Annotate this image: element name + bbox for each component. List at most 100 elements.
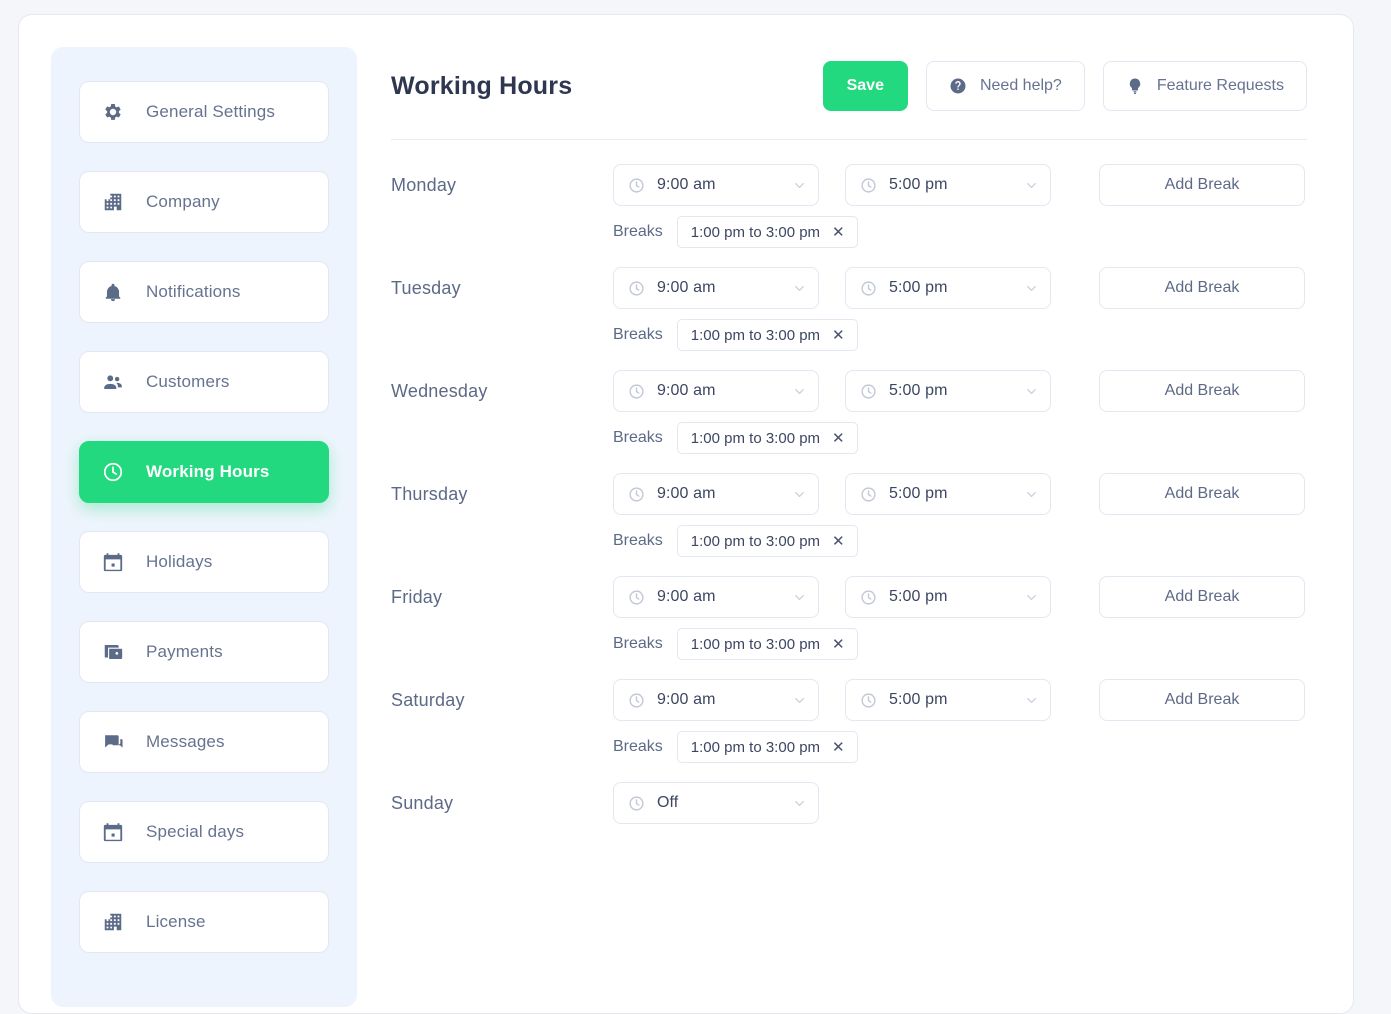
clock-icon — [628, 280, 645, 297]
clock-icon — [628, 795, 645, 812]
end-time-value: 5:00 pm — [889, 691, 948, 708]
add-break-button-tuesday[interactable]: Add Break — [1099, 267, 1305, 309]
day-row-sunday: Sunday Off — [391, 776, 1307, 864]
breaks-label: Breaks — [613, 532, 663, 549]
clock-icon — [860, 692, 877, 709]
start-time-value: 9:00 am — [657, 176, 716, 193]
lightbulb-icon — [1126, 77, 1144, 95]
feature-requests-label: Feature Requests — [1156, 77, 1284, 94]
day-line: Sunday Off — [391, 776, 1307, 830]
break-chip-label: 1:00 pm to 3:00 pm — [690, 738, 821, 756]
add-break-button-friday[interactable]: Add Break — [1099, 576, 1305, 618]
add-break-button-thursday[interactable]: Add Break — [1099, 473, 1305, 515]
sidebar-item-license[interactable]: License — [79, 891, 329, 953]
start-time-select-friday[interactable]: 9:00 am — [613, 576, 819, 618]
sidebar-item-label: Customers — [146, 372, 230, 391]
clock-icon — [628, 692, 645, 709]
day-label-tuesday: Tuesday — [391, 277, 461, 298]
sidebar-item-label: Payments — [146, 642, 223, 661]
remove-break-icon[interactable]: ✕ — [832, 431, 845, 446]
start-time-select-thursday[interactable]: 9:00 am — [613, 473, 819, 515]
sidebar-item-label: Messages — [146, 732, 225, 751]
sidebar-item-payments[interactable]: Payments — [79, 621, 329, 683]
remove-break-icon[interactable]: ✕ — [832, 534, 845, 549]
remove-break-icon[interactable]: ✕ — [832, 328, 845, 343]
sidebar-item-label: General Settings — [146, 102, 276, 121]
day-line: Thursday 9:00 am 5:00 pm Add Break — [391, 467, 1307, 521]
sidebar-item-holidays[interactable]: Holidays — [79, 531, 329, 593]
day-line: Friday 9:00 am 5:00 pm Add Break — [391, 570, 1307, 624]
end-time-value: 5:00 pm — [889, 176, 948, 193]
day-row-saturday: Saturday 9:00 am 5:00 pm Add Break Breaks 1:0… — [391, 673, 1307, 767]
breaks-label: Breaks — [613, 738, 663, 755]
sidebar-item-working-hours[interactable]: Working Hours — [79, 441, 329, 503]
remove-break-icon[interactable]: ✕ — [832, 637, 845, 652]
start-time-select-monday[interactable]: 9:00 am — [613, 164, 819, 206]
feature-requests-button[interactable]: Feature Requests — [1102, 61, 1307, 111]
sidebar-item-notifications[interactable]: Notifications — [79, 261, 329, 323]
clock-icon — [628, 177, 645, 194]
bell-icon — [102, 281, 124, 303]
day-label-sunday: Sunday — [391, 792, 454, 813]
breaks-label: Breaks — [613, 223, 663, 240]
remove-break-icon[interactable]: ✕ — [832, 225, 845, 240]
chat-icon — [102, 731, 124, 753]
chevron-down-icon — [1025, 385, 1038, 398]
chevron-down-icon — [1025, 282, 1038, 295]
building-icon — [102, 911, 124, 933]
end-time-select-monday[interactable]: 5:00 pm — [845, 164, 1051, 206]
breaks-label: Breaks — [613, 429, 663, 446]
sidebar-item-label: Company — [146, 192, 220, 211]
day-line: Wednesday 9:00 am 5:00 pm Add Break — [391, 364, 1307, 418]
working-hours-list: Monday 9:00 am 5:00 pm Add Break Breaks 1:00 … — [391, 140, 1307, 864]
app-card: General Settings Company Notifications Cust… — [18, 14, 1354, 1014]
breaks-line-tuesday: Breaks 1:00 pm to 3:00 pm ✕ — [391, 315, 1307, 355]
add-break-button-saturday[interactable]: Add Break — [1099, 679, 1305, 721]
day-label-saturday: Saturday — [391, 689, 465, 710]
sidebar-item-messages[interactable]: Messages — [79, 711, 329, 773]
sidebar-item-label: Notifications — [146, 282, 241, 301]
sidebar-item-company[interactable]: Company — [79, 171, 329, 233]
end-time-select-saturday[interactable]: 5:00 pm — [845, 679, 1051, 721]
clock-icon — [860, 589, 877, 606]
sidebar-item-label: Holidays — [146, 552, 213, 571]
breaks-line-wednesday: Breaks 1:00 pm to 3:00 pm ✕ — [391, 418, 1307, 458]
chevron-down-icon — [793, 591, 806, 604]
start-time-value: Off — [657, 794, 679, 811]
end-time-select-tuesday[interactable]: 5:00 pm — [845, 267, 1051, 309]
breaks-line-thursday: Breaks 1:00 pm to 3:00 pm ✕ — [391, 521, 1307, 561]
day-label-wednesday: Wednesday — [391, 380, 488, 401]
add-break-button-wednesday[interactable]: Add Break — [1099, 370, 1305, 412]
clock-icon — [860, 177, 877, 194]
day-line: Monday 9:00 am 5:00 pm Add Break — [391, 158, 1307, 212]
start-time-value: 9:00 am — [657, 588, 716, 605]
break-chip-label: 1:00 pm to 3:00 pm — [690, 326, 821, 344]
sidebar-item-special-days[interactable]: Special days — [79, 801, 329, 863]
sidebar-item-general-settings[interactable]: General Settings — [79, 81, 329, 143]
day-row-tuesday: Tuesday 9:00 am 5:00 pm Add Break Breaks 1:00… — [391, 261, 1307, 355]
calendar-icon — [102, 551, 124, 573]
end-time-select-friday[interactable]: 5:00 pm — [845, 576, 1051, 618]
people-icon — [102, 371, 124, 393]
need-help-button[interactable]: Need help? — [925, 61, 1085, 111]
end-time-select-thursday[interactable]: 5:00 pm — [845, 473, 1051, 515]
save-button[interactable]: Save — [822, 61, 908, 111]
add-break-button-monday[interactable]: Add Break — [1099, 164, 1305, 206]
start-time-select-tuesday[interactable]: 9:00 am — [613, 267, 819, 309]
break-chip: 1:00 pm to 3:00 pm ✕ — [676, 731, 858, 763]
sidebar-item-customers[interactable]: Customers — [79, 351, 329, 413]
chevron-down-icon — [793, 282, 806, 295]
start-time-value: 9:00 am — [657, 485, 716, 502]
start-time-select-sunday[interactable]: Off — [613, 782, 819, 824]
end-time-select-wednesday[interactable]: 5:00 pm — [845, 370, 1051, 412]
chevron-down-icon — [1025, 179, 1038, 192]
start-time-select-saturday[interactable]: 9:00 am — [613, 679, 819, 721]
breaks-label: Breaks — [613, 635, 663, 652]
clock-icon — [102, 461, 124, 483]
sidebar-item-label: Working Hours — [146, 462, 270, 481]
chevron-down-icon — [1025, 488, 1038, 501]
remove-break-icon[interactable]: ✕ — [832, 740, 845, 755]
start-time-select-wednesday[interactable]: 9:00 am — [613, 370, 819, 412]
sidebar: General Settings Company Notifications Cust… — [51, 47, 357, 1007]
day-row-monday: Monday 9:00 am 5:00 pm Add Break Breaks 1:00 … — [391, 158, 1307, 252]
